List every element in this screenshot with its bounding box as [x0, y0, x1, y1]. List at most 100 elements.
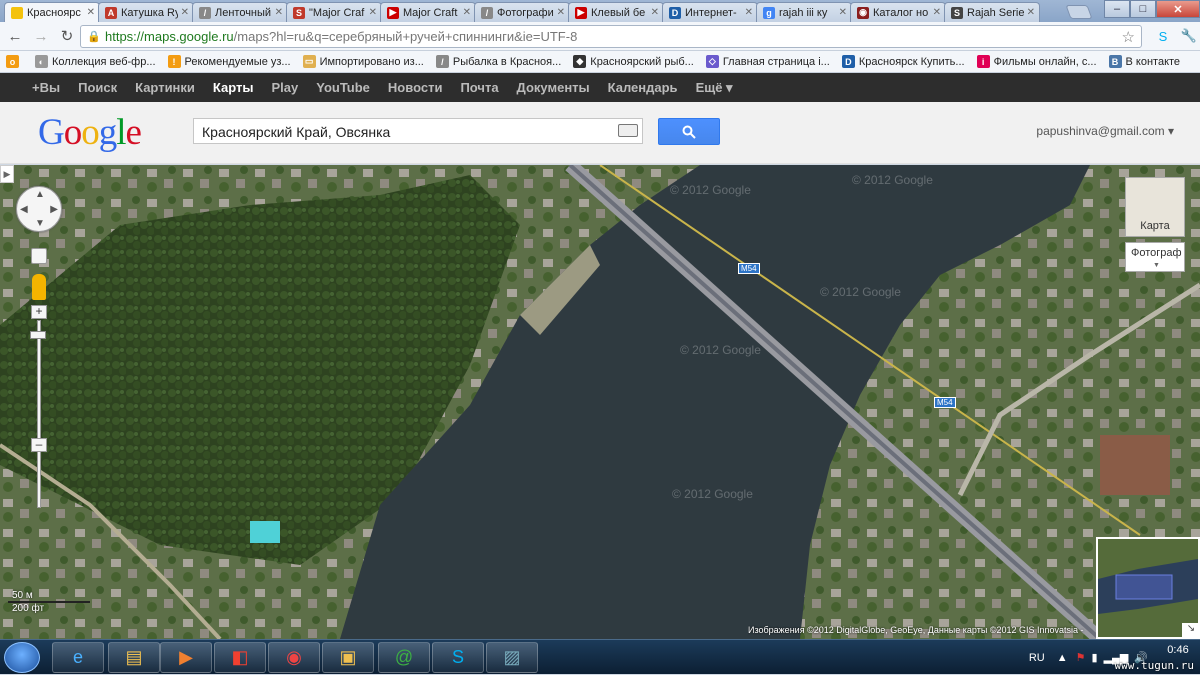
- search-button[interactable]: [658, 118, 720, 145]
- tab[interactable]: ◉ Каталог но ✕: [850, 2, 946, 22]
- tab[interactable]: A Катушка Ry ✕: [98, 2, 194, 22]
- gbar-link[interactable]: Новости: [388, 80, 443, 95]
- bookmark-star-icon[interactable]: ☆: [1122, 28, 1135, 46]
- gbar-link[interactable]: Картинки: [135, 80, 195, 95]
- pegman-icon[interactable]: [32, 274, 46, 300]
- bookmark-item[interactable]: D Красноярск Купить...: [841, 55, 965, 68]
- gbar-link[interactable]: Почта: [460, 80, 498, 95]
- tab[interactable]: S Rajah Serie ✕: [944, 2, 1040, 22]
- bookmark-item[interactable]: ◇ Главная страница i...: [705, 55, 830, 68]
- bookmark-item[interactable]: o: [6, 55, 23, 68]
- pan-left-icon[interactable]: ◀: [20, 204, 28, 215]
- gbar-link[interactable]: +Вы: [32, 80, 60, 95]
- bookmark-item[interactable]: ◆ Красноярский рыб...: [573, 55, 694, 68]
- skype-icon[interactable]: S: [432, 642, 484, 673]
- minimize-button[interactable]: –: [1104, 0, 1130, 18]
- tab-close-icon[interactable]: ✕: [839, 7, 847, 18]
- road-label: M54: [934, 397, 956, 408]
- pan-up-icon[interactable]: ▲: [35, 189, 45, 200]
- language-indicator[interactable]: RU: [1029, 652, 1045, 664]
- tray-expand-icon[interactable]: ▲: [1057, 652, 1068, 664]
- zoom-in-button[interactable]: +: [31, 305, 47, 319]
- back-icon[interactable]: ←: [4, 25, 26, 47]
- search-input[interactable]: Красноярский Край, Овсянка: [193, 118, 643, 144]
- chrome-icon[interactable]: ◉: [268, 642, 320, 673]
- forward-icon[interactable]: →: [30, 25, 52, 47]
- tab[interactable]: S "Major Craf ✕: [286, 2, 382, 22]
- tab[interactable]: g rajah iii ку ✕: [756, 2, 852, 22]
- bookmark-favicon-icon: B: [1108, 55, 1122, 68]
- mail-agent-icon[interactable]: @: [378, 642, 430, 673]
- tab-close-icon[interactable]: ✕: [369, 7, 377, 18]
- reload-icon[interactable]: ↻: [56, 25, 78, 47]
- reset-view-button[interactable]: [31, 248, 47, 264]
- clock[interactable]: 0:46: [1156, 644, 1200, 656]
- tab-close-icon[interactable]: ✕: [275, 7, 283, 18]
- start-button[interactable]: [4, 642, 40, 673]
- gbar-link[interactable]: Поиск: [78, 80, 117, 95]
- paint-icon[interactable]: ◧: [214, 642, 266, 673]
- overview-toggle-icon[interactable]: ↘: [1182, 623, 1200, 639]
- gbar-link[interactable]: Карты: [213, 80, 254, 95]
- bookmark-item[interactable]: ! Рекомендуемые уз...: [167, 55, 291, 68]
- bookmark-label: Импортировано из...: [319, 55, 424, 68]
- gbar-link[interactable]: Документы: [517, 80, 590, 95]
- tab[interactable]: / Фотографи ✕: [474, 2, 570, 22]
- bookmark-item[interactable]: ▭ Импортировано из...: [302, 55, 424, 68]
- new-tab-button[interactable]: [1065, 5, 1093, 19]
- tab[interactable]: D Интернет- ✕: [662, 2, 758, 22]
- map-type-map-button[interactable]: Карта: [1125, 177, 1185, 237]
- bookmark-label: Рыбалка в Красноя...: [452, 55, 562, 68]
- tab[interactable]: / Ленточный ✕: [192, 2, 288, 22]
- skype-extension-icon[interactable]: S: [1152, 25, 1174, 47]
- google-logo[interactable]: Google: [38, 111, 142, 154]
- search-icon: [682, 125, 696, 139]
- ie-icon[interactable]: e: [52, 642, 104, 673]
- tab-close-icon[interactable]: ✕: [651, 7, 659, 18]
- gbar-link[interactable]: Ещё ▾: [696, 80, 733, 96]
- tab-close-icon[interactable]: ✕: [745, 7, 753, 18]
- device-icon[interactable]: ▮: [1092, 651, 1098, 664]
- bookmark-item[interactable]: i Фильмы онлайн, с...: [976, 55, 1097, 68]
- bookmark-item[interactable]: ◐ Коллекция веб-фр...: [35, 55, 156, 68]
- photo-viewer-icon[interactable]: ▨: [486, 642, 538, 673]
- bookmark-item[interactable]: BВ контакте: [1108, 55, 1180, 68]
- tab-title: Каталог но: [873, 6, 929, 19]
- gbar-link[interactable]: Календарь: [608, 80, 678, 95]
- panel-toggle-icon[interactable]: ▶: [0, 165, 14, 183]
- explorer-icon[interactable]: ▤: [108, 642, 160, 673]
- satellite-map[interactable]: © 2012 Google © 2012 Google © 2012 Googl…: [0, 165, 1200, 639]
- pan-right-icon[interactable]: ▶: [50, 204, 58, 215]
- zoom-out-button[interactable]: –: [31, 438, 47, 452]
- tab-favicon-icon: g: [763, 6, 775, 19]
- wrench-icon[interactable]: 🔧: [1178, 25, 1200, 47]
- lock-icon: 🔒: [87, 30, 101, 43]
- zoom-slider-handle[interactable]: [30, 331, 46, 339]
- tab-close-icon[interactable]: ✕: [463, 7, 471, 18]
- tab-close-icon[interactable]: ✕: [87, 7, 95, 18]
- tab-close-icon[interactable]: ✕: [933, 7, 941, 18]
- flag-icon[interactable]: ⚑: [1076, 651, 1086, 664]
- search-value: Красноярский Край, Овсянка: [202, 124, 391, 140]
- gbar-link[interactable]: YouTube: [316, 80, 370, 95]
- tab-close-icon[interactable]: ✕: [1027, 7, 1035, 18]
- bookmarks-bar: o ◐ Коллекция веб-фр... ! Рекомендуемые уз..…: [0, 51, 1200, 73]
- folder-icon[interactable]: ▣: [322, 642, 374, 673]
- pan-down-icon[interactable]: ▼: [35, 218, 45, 229]
- tab[interactable]: ▶ Клевый бе ✕: [568, 2, 664, 22]
- gbar-link[interactable]: Play: [271, 80, 298, 95]
- media-player-icon[interactable]: ▶: [160, 642, 212, 673]
- maximize-button[interactable]: □: [1130, 0, 1156, 18]
- zoom-slider-track[interactable]: [30, 320, 46, 508]
- account-menu[interactable]: papushinva@gmail.com ▾: [1036, 124, 1174, 138]
- tab-close-icon[interactable]: ✕: [557, 7, 565, 18]
- tab[interactable]: Красноярс ✕: [4, 2, 100, 22]
- tab-close-icon[interactable]: ✕: [181, 7, 189, 18]
- keyboard-icon[interactable]: [618, 124, 638, 137]
- address-bar[interactable]: 🔒 https://maps.google.ru/maps?hl=ru&q=се…: [80, 25, 1142, 48]
- close-window-button[interactable]: ✕: [1156, 0, 1200, 18]
- pan-control[interactable]: ▲ ▼ ◀ ▶: [16, 186, 62, 232]
- tab[interactable]: ▶ Major Craft ✕: [380, 2, 476, 22]
- map-type-satellite-button[interactable]: Фотограф ▼: [1125, 242, 1185, 272]
- bookmark-item[interactable]: / Рыбалка в Красноя...: [435, 55, 562, 68]
